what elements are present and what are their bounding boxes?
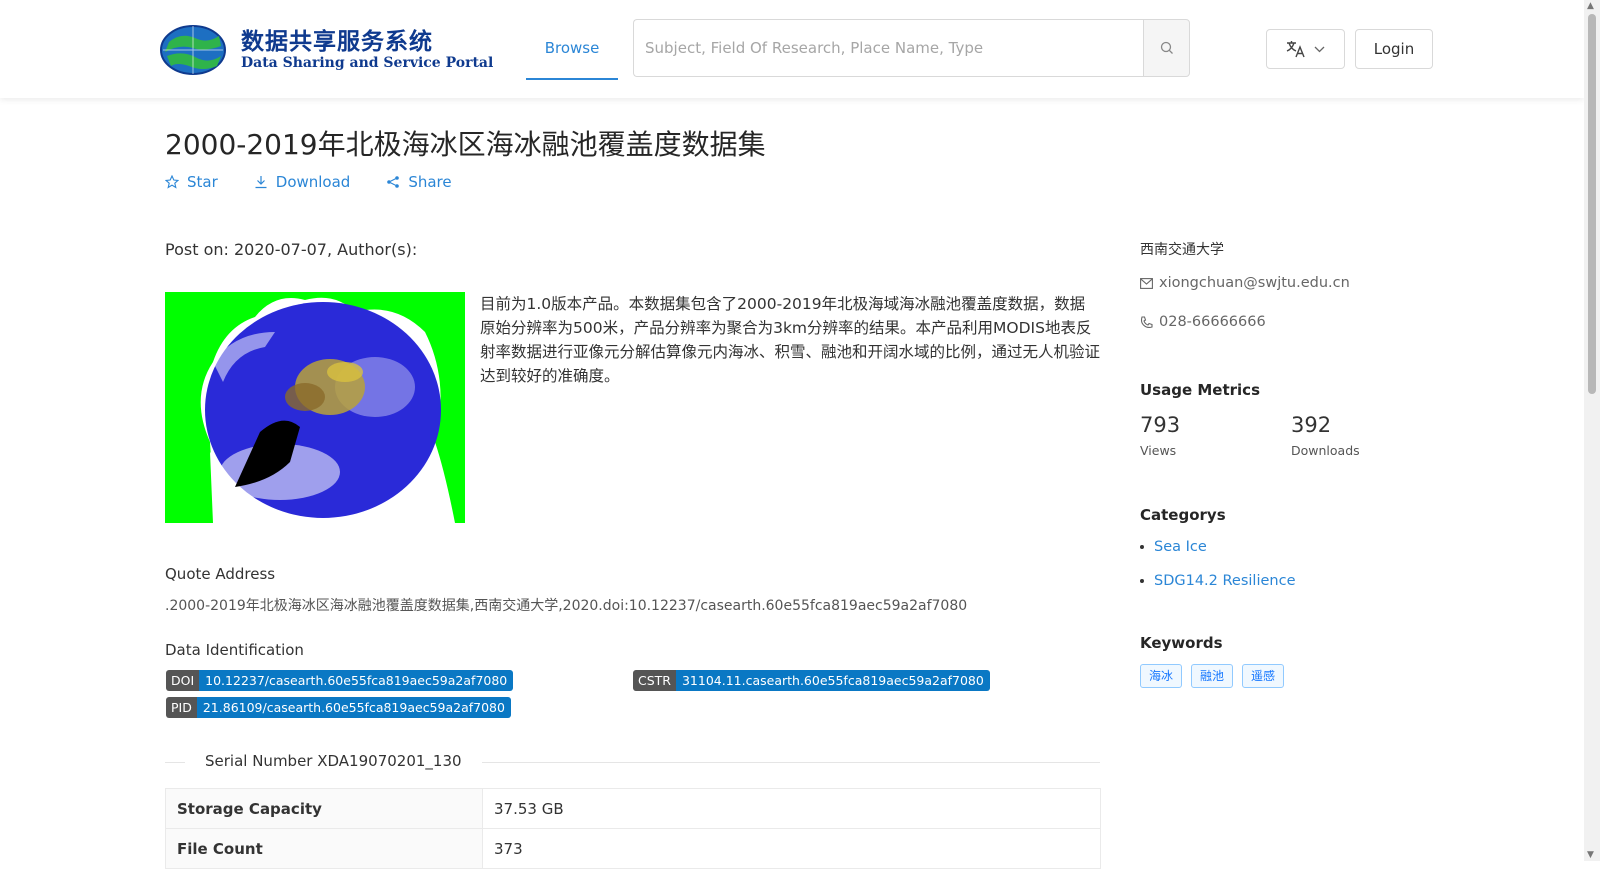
contact-phone: 028-66666666 <box>1140 314 1266 330</box>
contact-email[interactable]: xiongchuan@swjtu.edu.cn <box>1140 275 1350 291</box>
category-link[interactable]: Sea Ice <box>1154 539 1207 555</box>
category-item[interactable]: SDG14.2 Resilience <box>1140 573 1296 589</box>
search-icon <box>1160 41 1173 54</box>
categories-title: Categorys <box>1140 506 1226 524</box>
search-input[interactable] <box>634 20 1143 76</box>
post-info: Post on: 2020-07-07, Author(s): <box>165 240 418 259</box>
cstr-value: 31104.11.casearth.60e55fca819aec59a2af70… <box>675 670 990 691</box>
language-switcher[interactable] <box>1266 29 1345 69</box>
scroll-down-arrow-icon[interactable]: ▼ <box>1587 850 1594 860</box>
table-row: File Count 373 <box>165 828 1101 869</box>
downloads-count: 392 <box>1291 413 1332 437</box>
pid-key: PID <box>166 697 197 718</box>
phone-icon <box>1140 315 1153 328</box>
share-label: Share <box>408 173 452 191</box>
logo-title-zh: 数据共享服务系统 <box>241 29 433 55</box>
quote-address-text: .2000-2019年北极海冰区海冰融池覆盖度数据集,西南交通大学,2020.d… <box>165 598 968 614</box>
doi-badge[interactable]: DOI 10.12237/casearth.60e55fca819aec59a2… <box>166 670 514 691</box>
info-value: 373 <box>482 828 1101 869</box>
pid-badge[interactable]: PID 21.86109/casearth.60e55fca819aec59a2… <box>166 697 511 718</box>
quote-address-label: Quote Address <box>165 565 276 583</box>
dataset-actions: Star Download Share <box>165 173 488 191</box>
translate-icon <box>1286 41 1305 58</box>
mail-icon <box>1140 277 1153 289</box>
top-header: 数据共享服务系统 Data Sharing and Service Portal… <box>0 0 1584 98</box>
star-icon <box>165 175 179 189</box>
nav-browse[interactable]: Browse <box>526 20 618 80</box>
bullet-icon <box>1140 579 1144 583</box>
bullet-icon <box>1140 545 1144 549</box>
download-icon <box>255 176 267 189</box>
category-item[interactable]: Sea Ice <box>1140 539 1207 555</box>
organization-name: 西南交通大学 <box>1140 242 1224 258</box>
downloads-label: Downloads <box>1291 443 1360 458</box>
logo-title-en: Data Sharing and Service Portal <box>241 55 494 71</box>
dataset-thumbnail-map[interactable] <box>165 292 465 523</box>
search-field <box>633 19 1143 77</box>
globe-logo-icon <box>160 25 226 75</box>
page-scrollbar[interactable]: ▲ ▼ <box>1584 0 1600 861</box>
search-button[interactable] <box>1143 19 1190 77</box>
pid-value: 21.86109/casearth.60e55fca819aec59a2af70… <box>196 697 511 718</box>
cstr-key: CSTR <box>633 670 676 691</box>
scrollbar-thumb[interactable] <box>1588 14 1596 394</box>
share-button[interactable]: Share <box>386 173 452 191</box>
share-icon <box>387 176 400 188</box>
info-value: 37.53 GB <box>482 788 1101 829</box>
views-count: 793 <box>1140 413 1181 437</box>
star-button[interactable]: Star <box>165 173 218 191</box>
info-key: File Count <box>165 828 483 869</box>
download-button[interactable]: Download <box>254 173 351 191</box>
keyword-tag[interactable]: 遥感 <box>1242 664 1285 688</box>
email-text: xiongchuan@swjtu.edu.cn <box>1159 275 1350 291</box>
dataset-abstract: 目前为1.0版本产品。本数据集包含了2000-2019年北极海域海冰融池覆盖度数… <box>480 295 1101 385</box>
star-label: Star <box>187 173 218 191</box>
keyword-tags: 海冰 融池 遥感 <box>1140 664 1285 688</box>
table-row: Storage Capacity 37.53 GB <box>165 788 1101 829</box>
info-key: Storage Capacity <box>165 788 483 829</box>
download-label: Download <box>275 173 351 191</box>
dataset-title: 2000-2019年北极海冰区海冰融池覆盖度数据集 <box>165 128 766 161</box>
scroll-up-arrow-icon[interactable]: ▲ <box>1587 1 1594 11</box>
doi-key: DOI <box>166 670 200 691</box>
doi-value: 10.12237/casearth.60e55fca819aec59a2af70… <box>199 670 514 691</box>
login-button[interactable]: Login <box>1355 29 1433 69</box>
data-identification-label: Data Identification <box>165 641 304 659</box>
portal-logo[interactable]: 数据共享服务系统 Data Sharing and Service Portal <box>155 20 493 78</box>
chevron-down-icon <box>1314 46 1325 52</box>
keyword-tag[interactable]: 融池 <box>1191 664 1234 688</box>
views-label: Views <box>1140 443 1177 458</box>
usage-metrics-title: Usage Metrics <box>1140 381 1260 399</box>
cstr-badge[interactable]: CSTR 31104.11.casearth.60e55fca819aec59a… <box>633 670 990 691</box>
keywords-title: Keywords <box>1140 634 1223 652</box>
keyword-tag[interactable]: 海冰 <box>1140 664 1183 688</box>
serial-number: Serial Number XDA19070201_130 <box>185 752 482 770</box>
dataset-info-table: Storage Capacity 37.53 GB File Count 373 <box>165 788 1101 869</box>
category-link[interactable]: SDG14.2 Resilience <box>1154 573 1296 589</box>
phone-text: 028-66666666 <box>1159 314 1266 330</box>
